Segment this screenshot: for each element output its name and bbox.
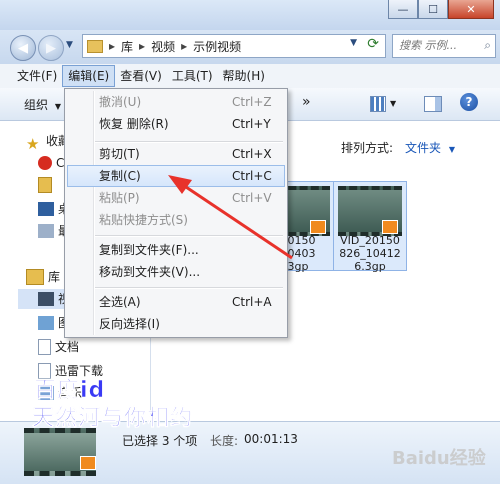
arrow-head-icon bbox=[168, 175, 192, 194]
arrow-shaft bbox=[179, 181, 293, 260]
baidu-jingyan-logo: Baidu经验 bbox=[392, 448, 486, 469]
watermark-line-2: 天然河与你相约 bbox=[32, 406, 194, 432]
